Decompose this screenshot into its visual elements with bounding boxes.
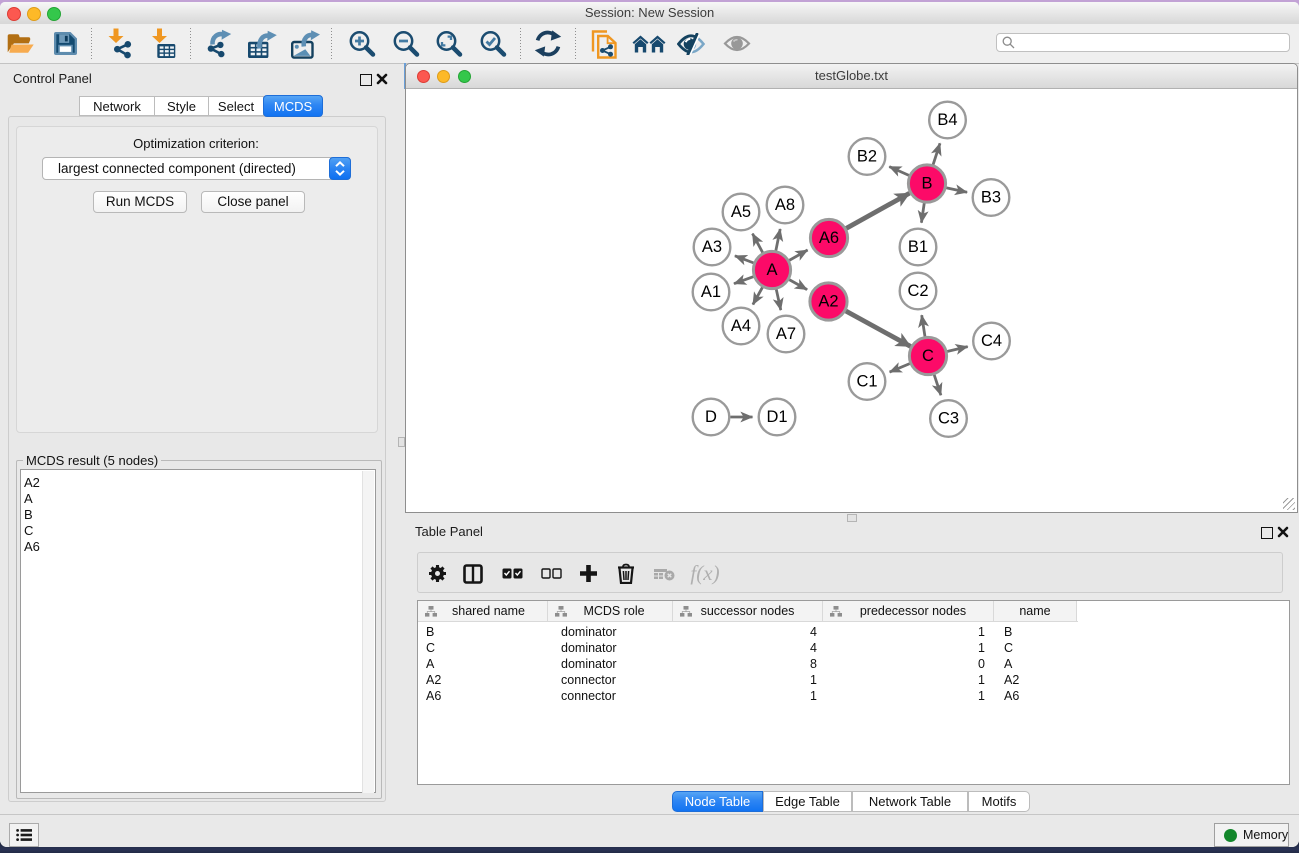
svg-text:A1: A1 — [701, 283, 721, 301]
svg-text:A6: A6 — [819, 229, 839, 247]
svg-text:A5: A5 — [731, 203, 751, 221]
svg-text:C1: C1 — [856, 373, 877, 391]
svg-text:B3: B3 — [981, 189, 1001, 207]
svg-text:A2: A2 — [818, 293, 838, 311]
svg-text:B1: B1 — [908, 238, 928, 256]
svg-text:A4: A4 — [731, 317, 751, 335]
svg-text:A3: A3 — [702, 238, 722, 256]
svg-text:C4: C4 — [981, 332, 1002, 350]
svg-text:A: A — [766, 261, 777, 279]
svg-text:B4: B4 — [937, 111, 957, 129]
svg-text:D: D — [705, 408, 717, 426]
svg-text:C3: C3 — [938, 410, 959, 428]
svg-text:C2: C2 — [907, 282, 928, 300]
svg-text:D1: D1 — [766, 408, 787, 426]
svg-text:B2: B2 — [857, 148, 877, 166]
svg-text:C: C — [922, 347, 934, 365]
svg-text:B: B — [921, 175, 932, 193]
svg-text:A8: A8 — [775, 196, 795, 214]
svg-text:A7: A7 — [776, 325, 796, 343]
